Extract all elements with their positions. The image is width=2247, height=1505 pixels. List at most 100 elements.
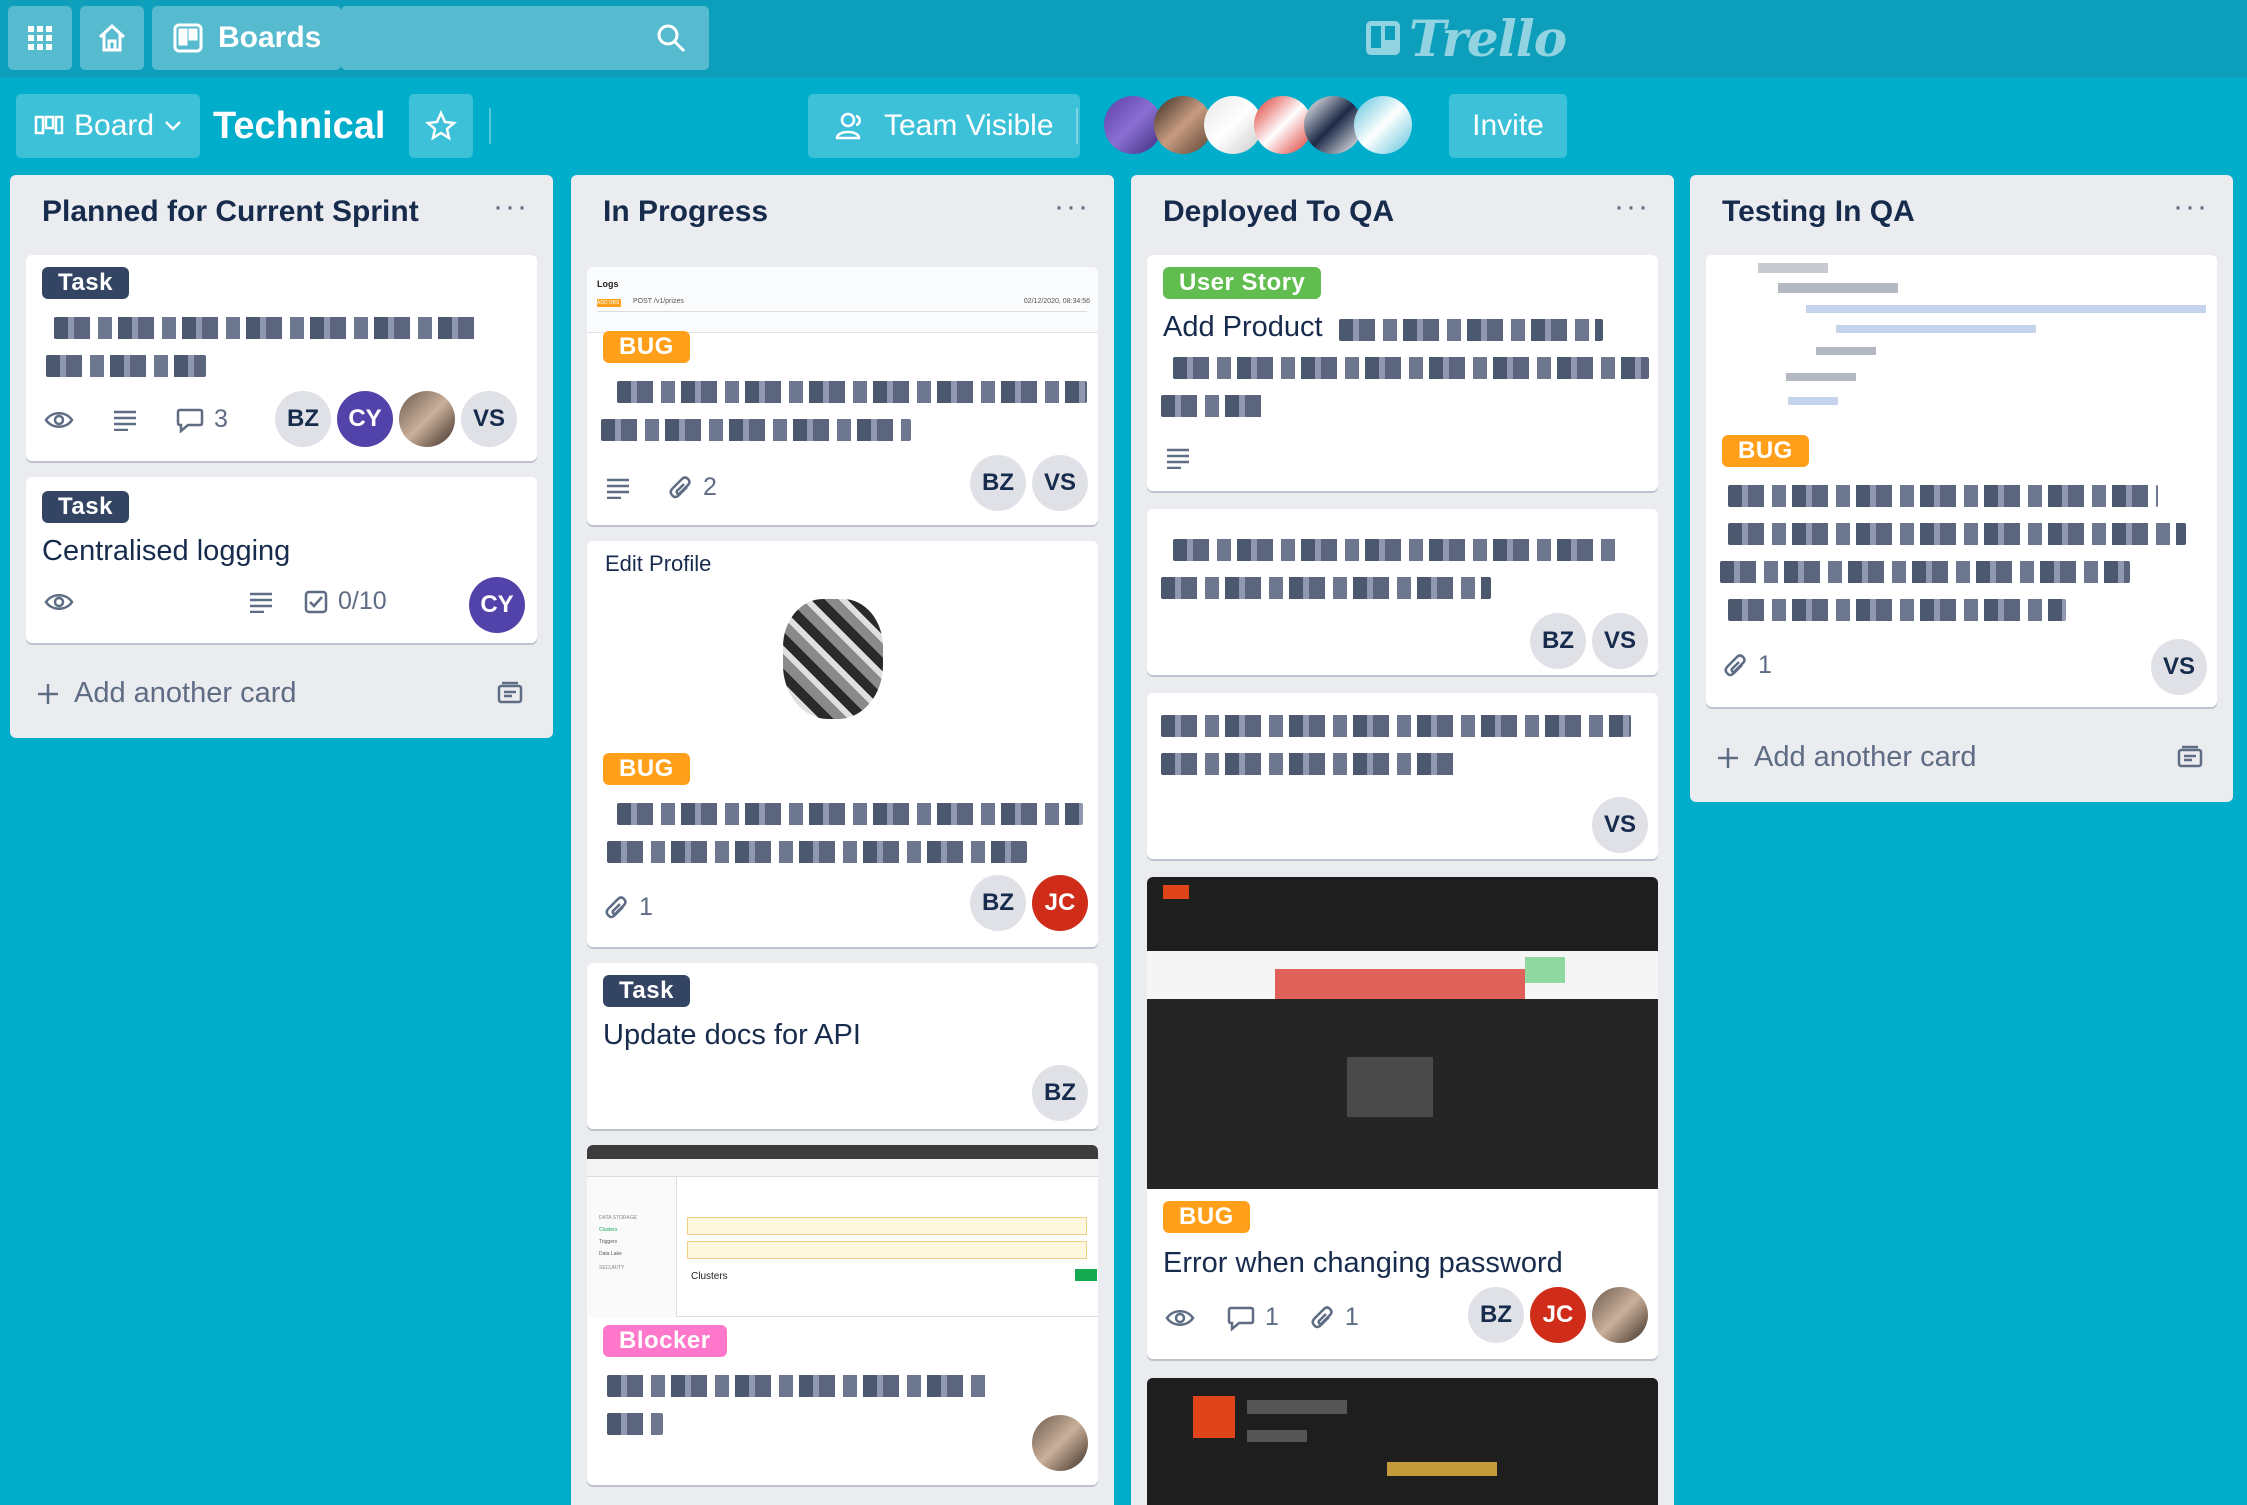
- star-board-button[interactable]: [409, 94, 473, 158]
- card-badges: 1: [605, 893, 653, 922]
- card[interactable]: BUG Error when changing password 1 1 BZ …: [1147, 877, 1658, 1359]
- search-icon: [657, 24, 686, 53]
- obscured-text: [54, 317, 482, 339]
- avatar[interactable]: BZ: [275, 391, 331, 447]
- attachments-count: 1: [1758, 651, 1772, 679]
- comments-badge: 1: [1227, 1303, 1279, 1332]
- label-task: Task: [42, 267, 129, 299]
- alert-banner: [687, 1217, 1087, 1235]
- avatar[interactable]: JC: [1530, 1287, 1586, 1343]
- add-card-button[interactable]: Add another card: [36, 677, 296, 710]
- eye-icon: [44, 411, 74, 428]
- card-title: Add Product: [1163, 311, 1323, 343]
- obscured-text: [617, 803, 1083, 825]
- card[interactable]: User Story Add Product: [1147, 255, 1658, 491]
- list-title[interactable]: In Progress: [603, 195, 768, 229]
- card[interactable]: BZ VS: [1147, 509, 1658, 675]
- list-menu-button[interactable]: ···: [2173, 192, 2209, 222]
- list-menu-button[interactable]: ···: [1054, 192, 1090, 222]
- card-template-button[interactable]: [2177, 745, 2203, 774]
- cover-code-line: [1816, 347, 1876, 355]
- invite-label: Invite: [1472, 109, 1544, 142]
- list-title[interactable]: Planned for Current Sprint: [42, 195, 419, 229]
- card-cover-image: Logs ADD DBS POST /v1/prizes 02/12/2020,…: [587, 267, 1098, 333]
- avatar[interactable]: CY: [337, 391, 393, 447]
- cover-path: POST /v1/prizes: [633, 298, 684, 305]
- avatar[interactable]: VS: [461, 391, 517, 447]
- star-icon: [425, 110, 457, 141]
- watch-badge: [1165, 1308, 1195, 1328]
- sidebar-section: DATA STORAGE: [599, 1215, 638, 1221]
- header-divider: [1076, 108, 1078, 144]
- avatar-photo[interactable]: [1032, 1415, 1088, 1471]
- invite-button[interactable]: Invite: [1449, 94, 1567, 158]
- card[interactable]: Logs ADD DBS POST /v1/prizes 02/12/2020,…: [587, 267, 1098, 525]
- member-avatar[interactable]: [1354, 96, 1412, 154]
- add-card-label: Add another card: [74, 677, 297, 709]
- avatar[interactable]: JC: [1032, 875, 1088, 931]
- obscured-text: [1720, 561, 2130, 583]
- card[interactable]: DATA STORAGE Clusters Triggers Data Lake…: [587, 1145, 1098, 1485]
- description-icon: [1167, 448, 1189, 469]
- avatar[interactable]: BZ: [970, 875, 1026, 931]
- obscured-text: [1173, 357, 1649, 379]
- cover-error-bar: [1275, 969, 1525, 999]
- clusters-heading: Clusters: [691, 1271, 728, 1282]
- cover-code-line: [1758, 263, 1828, 273]
- label-bug: BUG: [1722, 435, 1809, 467]
- list-planned: Planned for Current Sprint ··· Task 3 BZ…: [10, 175, 553, 738]
- cover-code-line: [1786, 373, 1856, 381]
- search-input[interactable]: [341, 6, 709, 70]
- card-cover-image: DATA STORAGE Clusters Triggers Data Lake…: [587, 1145, 1098, 1317]
- avatar[interactable]: BZ: [970, 455, 1026, 511]
- boards-button[interactable]: Boards: [152, 6, 342, 70]
- avatar[interactable]: VS: [2151, 639, 2207, 695]
- avatar[interactable]: VS: [1592, 613, 1648, 669]
- avatar[interactable]: CY: [469, 577, 525, 633]
- avatar[interactable]: BZ: [1530, 613, 1586, 669]
- label-bug: BUG: [1163, 1201, 1250, 1233]
- list-menu-button[interactable]: ···: [1614, 192, 1650, 222]
- home-button[interactable]: [80, 6, 144, 70]
- card-template-button[interactable]: [497, 681, 523, 710]
- avatar-photo[interactable]: [1592, 1287, 1648, 1343]
- obscured-text: [1161, 395, 1267, 417]
- profile-image: [783, 599, 883, 719]
- grid-icon: [28, 26, 52, 50]
- comment-icon: [1227, 1306, 1255, 1331]
- card[interactable]: Task 3 BZ CY VS: [26, 255, 537, 461]
- card[interactable]: Task Centralised logging 0/10 CY: [26, 477, 537, 643]
- list-title[interactable]: Testing In QA: [1722, 195, 1915, 229]
- cover-code-line: [1836, 325, 2036, 333]
- attachments-count: 1: [639, 893, 653, 921]
- boards-label: Boards: [218, 21, 322, 54]
- trello-logo[interactable]: Trello: [1365, 9, 1567, 68]
- watch-badge: [44, 592, 74, 612]
- attachments-badge: 2: [669, 473, 717, 502]
- avatar[interactable]: VS: [1592, 797, 1648, 853]
- avatar-photo[interactable]: [399, 391, 455, 447]
- apps-grid-button[interactable]: [8, 6, 72, 70]
- list-title[interactable]: Deployed To QA: [1163, 195, 1394, 229]
- card[interactable]: VS: [1147, 693, 1658, 859]
- list-menu-button[interactable]: ···: [493, 192, 529, 222]
- avatar[interactable]: VS: [1032, 455, 1088, 511]
- card[interactable]: BUG 1 VS: [1706, 255, 2217, 707]
- avatar[interactable]: BZ: [1032, 1065, 1088, 1121]
- comments-count: 1: [1265, 1303, 1279, 1331]
- card[interactable]: [1147, 1378, 1658, 1505]
- team-visible-button[interactable]: Team Visible: [808, 94, 1080, 158]
- atlas-sidebar: DATA STORAGE Clusters Triggers Data Lake…: [587, 1177, 677, 1317]
- cover-timestamp: 02/12/2020, 08:34:56: [1023, 298, 1090, 305]
- avatar[interactable]: BZ: [1468, 1287, 1524, 1343]
- description-badge: [605, 477, 631, 499]
- board-view-switcher[interactable]: Board: [16, 94, 201, 158]
- plus-icon: [1718, 747, 1738, 768]
- card-title: Error when changing password: [1163, 1247, 1563, 1279]
- board-title[interactable]: Technical: [213, 100, 385, 152]
- label-blocker: Blocker: [603, 1325, 727, 1357]
- add-card-button[interactable]: Add another card: [1716, 741, 1976, 774]
- card[interactable]: Task Update docs for API BZ: [587, 963, 1098, 1129]
- obscured-text: [607, 841, 1027, 863]
- card[interactable]: Edit Profile BUG 1 BZ JC: [587, 541, 1098, 947]
